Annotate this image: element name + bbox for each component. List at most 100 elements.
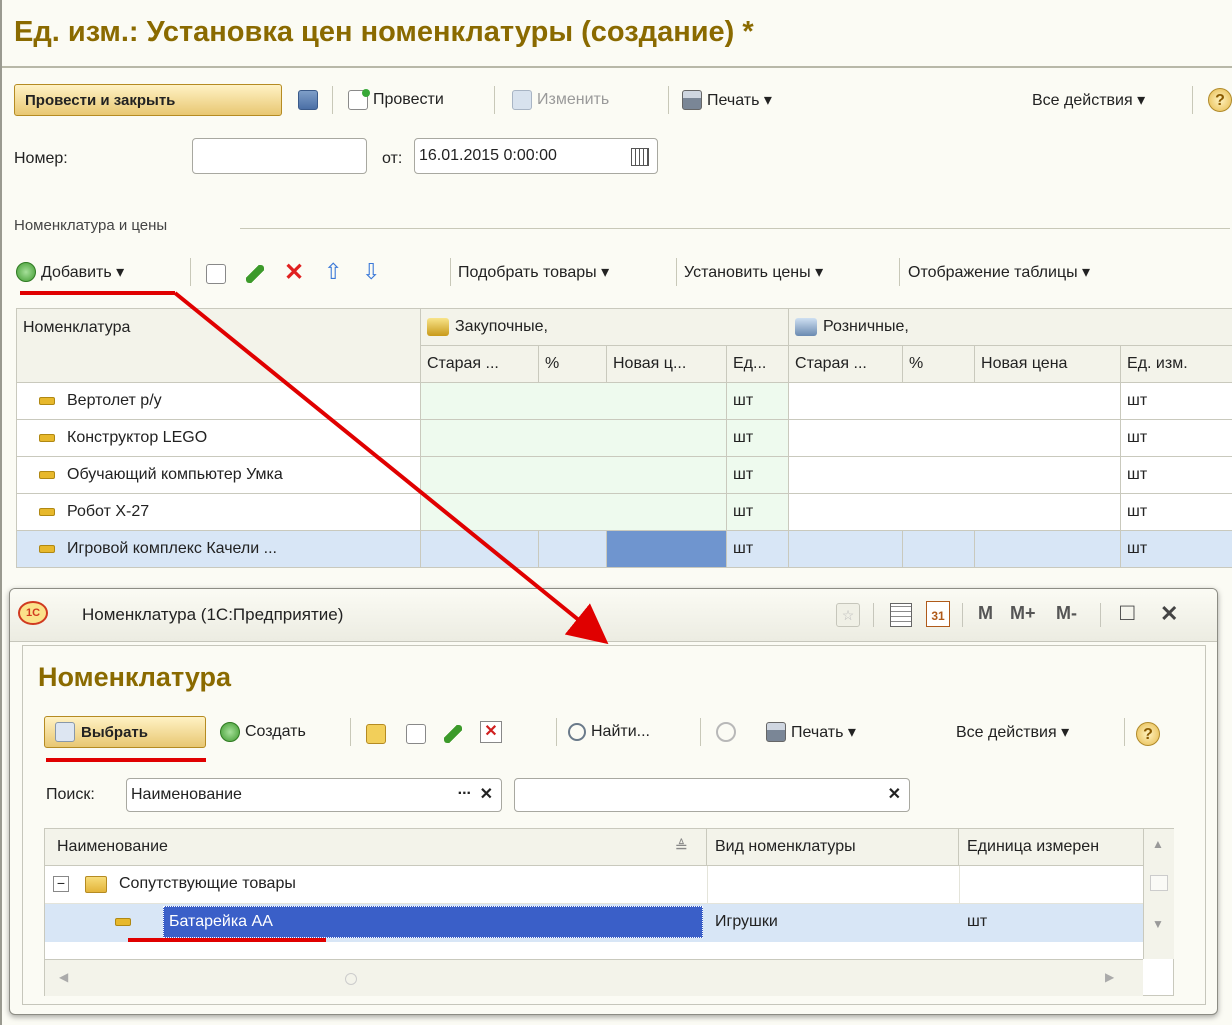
create-group-button[interactable]: [366, 720, 386, 748]
row-unit-retail[interactable]: шт: [1120, 419, 1232, 457]
print-button[interactable]: Печать ▾: [682, 86, 772, 114]
row-unit-purchase[interactable]: шт: [725, 419, 790, 457]
clear-field-button[interactable]: ✕: [480, 784, 493, 804]
scroll-right-icon[interactable]: ▶: [1105, 970, 1114, 984]
column-header-name[interactable]: Наименование ≜: [45, 829, 707, 865]
find-button[interactable]: Найти...: [568, 718, 650, 746]
move-down-button[interactable]: ⇩: [362, 258, 380, 286]
new-price-cell-active[interactable]: [606, 530, 727, 568]
copy-item-button[interactable]: [406, 720, 426, 748]
scroll-down-icon[interactable]: ▼: [1152, 917, 1164, 931]
delete-row-button[interactable]: ✕: [284, 258, 304, 286]
pick-goods-menu[interactable]: Подобрать товары ▾: [458, 258, 609, 286]
scroll-thumb[interactable]: [1150, 875, 1168, 891]
window-titlebar[interactable]: 1С Номенклатура (1С:Предприятие) ☆ 31 M …: [10, 589, 1217, 642]
row-unit-purchase[interactable]: шт: [725, 530, 790, 568]
column-group-purchase[interactable]: Закупочные,: [419, 308, 790, 346]
cancel-search-button[interactable]: [716, 718, 736, 746]
post-and-close-button[interactable]: Провести и закрыть: [14, 84, 282, 116]
create-button[interactable]: Создать: [220, 718, 306, 746]
scroll-up-icon[interactable]: ▲: [1152, 837, 1164, 851]
add-row-button[interactable]: Добавить ▾: [16, 258, 124, 286]
old-price-retail-cell[interactable]: [788, 530, 904, 568]
row-unit-retail[interactable]: шт: [1120, 456, 1232, 494]
old-price-cell[interactable]: [420, 530, 539, 568]
calendar-icon[interactable]: [631, 148, 649, 166]
column-group-retail[interactable]: Розничные,: [788, 308, 1232, 346]
percent-retail-cell[interactable]: [902, 530, 976, 568]
maximize-button[interactable]: □: [1120, 599, 1135, 627]
column-header-new-price-retail[interactable]: Новая цена: [974, 345, 1122, 383]
column-header-old-price[interactable]: Старая ...: [420, 345, 539, 383]
purchase-price-cells[interactable]: [420, 382, 727, 420]
column-header-new-price[interactable]: Новая ц...: [606, 345, 727, 383]
column-header-nomenclature[interactable]: Номенклатура: [16, 308, 421, 383]
search-input[interactable]: ✕: [514, 778, 910, 812]
retail-price-cells[interactable]: [788, 456, 1122, 494]
row-unit-retail[interactable]: шт: [1120, 530, 1232, 568]
memory-plus-button[interactable]: M+: [1010, 603, 1036, 624]
list-item-folder[interactable]: − Сопутствующие товары: [45, 866, 1143, 904]
column-header-unit-retail[interactable]: Ед. изм.: [1120, 345, 1232, 383]
retail-price-cells[interactable]: [788, 493, 1122, 531]
horizontal-scrollbar[interactable]: ◀ ▶: [45, 959, 1143, 996]
favorite-star-icon[interactable]: ☆: [836, 603, 860, 627]
column-header-kind[interactable]: Вид номенклатуры: [707, 829, 959, 865]
vertical-scrollbar[interactable]: ▲ ▼: [1143, 829, 1174, 959]
retail-price-cells[interactable]: [788, 382, 1122, 420]
column-header-unit[interactable]: Единица измерен: [959, 829, 1143, 865]
all-actions-menu[interactable]: Все действия ▾: [1032, 86, 1145, 114]
table-row[interactable]: Вертолет р/у шт шт: [16, 382, 1232, 420]
separator: [873, 603, 874, 627]
calendar-31-icon[interactable]: 31: [926, 601, 950, 627]
memory-minus-button[interactable]: M-: [1056, 603, 1077, 624]
list-header: Наименование ≜ Вид номенклатуры Единица …: [45, 829, 1173, 866]
set-prices-menu[interactable]: Установить цены ▾: [684, 258, 823, 286]
row-unit-retail[interactable]: шт: [1120, 382, 1232, 420]
table-display-menu[interactable]: Отображение таблицы ▾: [908, 258, 1090, 286]
scroll-thumb[interactable]: [345, 973, 357, 985]
popup-all-actions-menu[interactable]: Все действия ▾: [956, 718, 1069, 746]
memory-m-button[interactable]: M: [978, 603, 993, 624]
save-button[interactable]: [298, 86, 318, 114]
collapse-toggle-icon[interactable]: −: [53, 876, 69, 892]
scroll-left-icon[interactable]: ◀: [59, 970, 68, 984]
popup-help-button[interactable]: ?: [1136, 722, 1160, 746]
clear-search-button[interactable]: ✕: [888, 784, 901, 804]
close-button[interactable]: ✕: [1160, 601, 1178, 627]
edit-row-button[interactable]: [246, 260, 264, 288]
row-unit-retail[interactable]: шт: [1120, 493, 1232, 531]
row-unit-purchase[interactable]: шт: [725, 382, 790, 420]
popup-print-button[interactable]: Печать ▾: [766, 718, 856, 746]
calculator-icon[interactable]: [890, 603, 912, 627]
edit-item-button[interactable]: [444, 720, 462, 748]
row-unit-purchase[interactable]: шт: [725, 456, 790, 494]
purchase-price-cells[interactable]: [420, 456, 727, 494]
select-button[interactable]: Выбрать: [44, 716, 206, 748]
percent-cell[interactable]: [538, 530, 607, 568]
search-field-select[interactable]: Наименование ... ✕: [126, 778, 502, 812]
help-button[interactable]: ?: [1208, 88, 1232, 112]
choose-field-button[interactable]: ...: [458, 781, 471, 799]
table-row[interactable]: Робот Х-27 шт шт: [16, 493, 1232, 531]
move-up-button[interactable]: ⇧: [324, 258, 342, 286]
row-unit-purchase[interactable]: шт: [725, 493, 790, 531]
post-button[interactable]: Провести: [348, 86, 444, 114]
table-row[interactable]: Обучающий компьютер Умка шт шт: [16, 456, 1232, 494]
number-field[interactable]: [192, 138, 367, 174]
mark-delete-button[interactable]: ✕: [480, 718, 502, 746]
table-row-selected[interactable]: Игровой комплекс Качели ... шт шт: [16, 530, 1232, 568]
list-item-selected[interactable]: Батарейка АА Игрушки шт: [45, 904, 1143, 942]
new-price-retail-cell[interactable]: [974, 530, 1122, 568]
column-header-percent-retail[interactable]: %: [902, 345, 976, 383]
purchase-price-cells[interactable]: [420, 419, 727, 457]
retail-price-cells[interactable]: [788, 419, 1122, 457]
copy-row-button[interactable]: [206, 260, 226, 288]
column-header-old-price-retail[interactable]: Старая ...: [788, 345, 904, 383]
purchase-price-cells[interactable]: [420, 493, 727, 531]
change-button[interactable]: Изменить: [512, 86, 609, 114]
column-header-percent[interactable]: %: [538, 345, 607, 383]
column-header-unit[interactable]: Ед...: [725, 345, 790, 383]
table-row[interactable]: Конструктор LEGO шт шт: [16, 419, 1232, 457]
date-field[interactable]: 16.01.2015 0:00:00: [414, 138, 658, 174]
